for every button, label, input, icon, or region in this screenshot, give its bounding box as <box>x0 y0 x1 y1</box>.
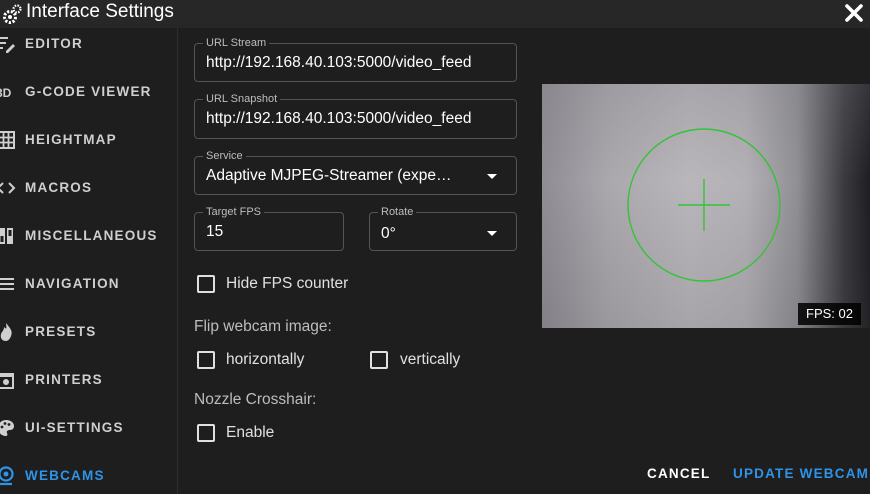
sidebar-item-label: NAVIGATION <box>25 276 120 291</box>
sidebar-item-label: PRINTERS <box>25 372 103 387</box>
flip-horizontal-checkbox[interactable] <box>197 351 215 369</box>
target-fps-value: 15 <box>206 223 224 240</box>
sidebar-item-label: UI-SETTINGS <box>25 420 124 435</box>
window-title: Interface Settings <box>26 1 174 22</box>
webcam-preview <box>542 84 870 328</box>
sidebar-item-macros[interactable]: MACROS <box>0 170 177 210</box>
hide-fps-label[interactable]: Hide FPS counter <box>226 275 348 293</box>
chevron-down-icon <box>487 231 497 236</box>
cogs-icon <box>3 4 22 24</box>
url-stream-label: URL Stream <box>203 37 270 49</box>
sidebar-item-gcode-viewer[interactable]: 3D G-CODE VIEWER <box>0 74 177 114</box>
sidebar-item-miscellaneous[interactable]: MISCELLANEOUS <box>0 218 177 258</box>
code-brackets-icon <box>0 182 16 194</box>
sidebar-item-navigation[interactable]: NAVIGATION <box>0 266 177 306</box>
url-snapshot-field[interactable]: URL Snapshot http://192.168.40.103:5000/… <box>194 93 517 139</box>
flip-vertical-label[interactable]: vertically <box>400 351 460 369</box>
close-icon[interactable] <box>842 1 866 25</box>
sidebar-item-label: G-CODE VIEWER <box>25 84 152 99</box>
sidebar-item-label: HEIGHTMAP <box>25 132 117 147</box>
url-stream-value: http://192.168.40.103:5000/video_feed <box>206 54 472 71</box>
flip-horizontal-label[interactable]: horizontally <box>226 351 304 369</box>
flip-vertical-checkbox[interactable] <box>370 351 388 369</box>
webcam-icon <box>0 466 14 486</box>
sidebar-item-printers[interactable]: PRINTERS <box>0 362 177 402</box>
hide-fps-checkbox[interactable] <box>197 275 215 293</box>
sidebar-item-label: PRESETS <box>25 324 97 339</box>
sidebar-item-presets[interactable]: PRESETS <box>0 314 177 354</box>
sidebar-item-ui-settings[interactable]: UI-SETTINGS <box>0 410 177 450</box>
url-snapshot-value: http://192.168.40.103:5000/video_feed <box>206 110 472 127</box>
sidebar-item-heightmap[interactable]: HEIGHTMAP <box>0 122 177 162</box>
service-select[interactable]: Service Adaptive MJPEG-Streamer (expe… <box>194 150 517 195</box>
chevron-down-icon <box>487 174 497 179</box>
sidebar-item-editor[interactable]: EDITOR <box>0 28 177 66</box>
sidebar-item-label: MACROS <box>25 180 93 195</box>
grid-icon <box>0 131 15 149</box>
printer-3d-icon <box>0 373 14 389</box>
crosshair-lines <box>678 179 730 231</box>
title-bar: Interface Settings <box>0 0 870 28</box>
url-snapshot-label: URL Snapshot <box>203 93 281 105</box>
rotate-select[interactable]: Rotate 0° <box>369 206 517 251</box>
svg-text:3D: 3D <box>0 86 12 100</box>
palette-icon <box>0 420 14 436</box>
crosshair-overlay <box>627 128 781 282</box>
sidebar-item-webcams[interactable]: WEBCAMS <box>0 458 177 494</box>
flip-webcam-label: Flip webcam image: <box>194 318 332 335</box>
fps-counter: FPS: 02 <box>798 303 861 325</box>
sidebar-item-label: WEBCAMS <box>25 468 105 483</box>
rotate-value: 0° <box>381 225 396 242</box>
crosshair-enable-checkbox[interactable] <box>197 424 215 442</box>
nozzle-crosshair-label: Nozzle Crosshair: <box>194 391 317 408</box>
crosshair-enable-label[interactable]: Enable <box>226 424 274 442</box>
sidebar-item-label: EDITOR <box>25 36 83 51</box>
url-stream-field[interactable]: URL Stream http://192.168.40.103:5000/vi… <box>194 37 517 82</box>
menu-icon <box>0 278 14 290</box>
rotate-label: Rotate <box>378 206 417 218</box>
service-value: Adaptive MJPEG-Streamer (expe… <box>206 167 452 184</box>
update-webcam-button[interactable]: UPDATE WEBCAM <box>733 466 869 481</box>
file-edit-icon <box>0 37 15 53</box>
sidebar-item-label: MISCELLANEOUS <box>25 228 158 243</box>
fire-icon <box>0 323 12 341</box>
video-3d-icon: 3D <box>0 86 12 100</box>
settings-sidebar: EDITOR 3D G-CODE VIEWER HEIGHTMAP MACROS… <box>0 28 178 494</box>
cancel-button[interactable]: CANCEL <box>647 466 710 481</box>
dip-switch-icon <box>0 228 13 244</box>
target-fps-label: Target FPS <box>203 206 265 218</box>
service-label: Service <box>203 150 246 162</box>
target-fps-field[interactable]: Target FPS 15 <box>194 206 344 251</box>
